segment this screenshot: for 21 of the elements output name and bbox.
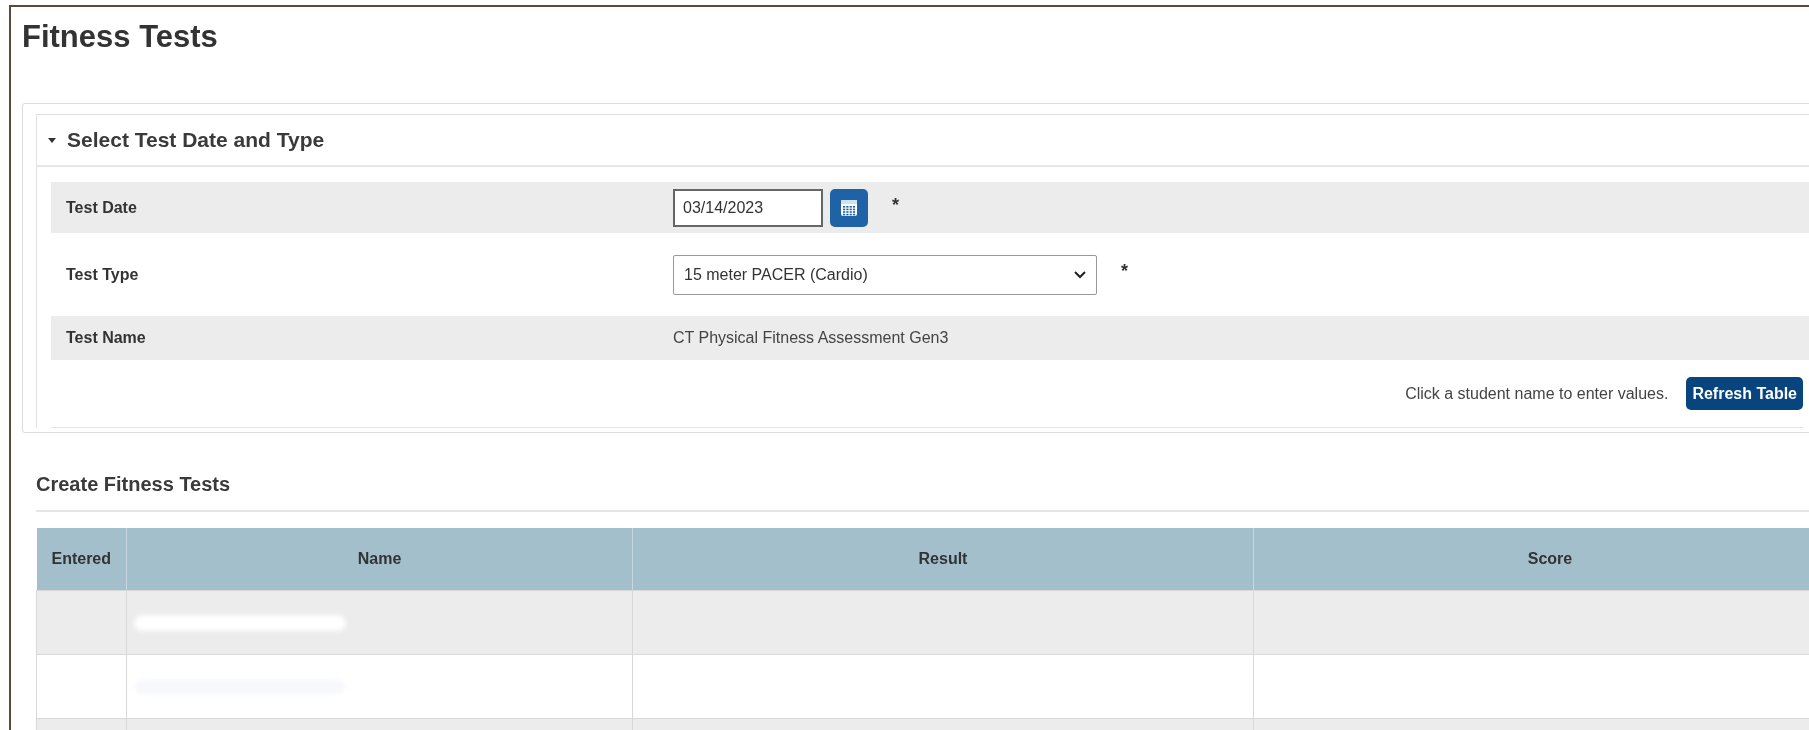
caret-icon[interactable] — [47, 136, 57, 144]
date-field[interactable]: 03/14/2023 — [673, 188, 823, 227]
field-value: CT Physical Fitness Assessment Gen3 — [673, 329, 949, 347]
field-label: Test Name — [65, 329, 147, 347]
hint-text: Click a student name to enter values. — [1405, 384, 1669, 403]
calendar-icon — [840, 198, 858, 217]
column-header: Entered — [36, 528, 127, 591]
column-header: Result — [632, 528, 1254, 591]
field-label: Test Date — [65, 198, 138, 217]
column-header: Name — [126, 528, 633, 591]
page-title: Fitness Tests — [22, 19, 218, 55]
section-title: Create Fitness Tests — [36, 473, 231, 496]
chevron-icon — [1074, 270, 1086, 279]
panel-title: Select Test Date and Type — [67, 128, 325, 152]
column-header: Score — [1253, 528, 1809, 591]
refresh-table-button[interactable]: Refresh Table — [1686, 377, 1803, 410]
required-asterisk: * — [892, 194, 899, 216]
field-label: Test Type — [65, 265, 140, 284]
test-type-dropdown[interactable]: 15 meter PACER (Cardio) — [673, 254, 1097, 295]
calendar-button[interactable] — [830, 188, 868, 227]
required-asterisk: * — [1121, 260, 1128, 282]
